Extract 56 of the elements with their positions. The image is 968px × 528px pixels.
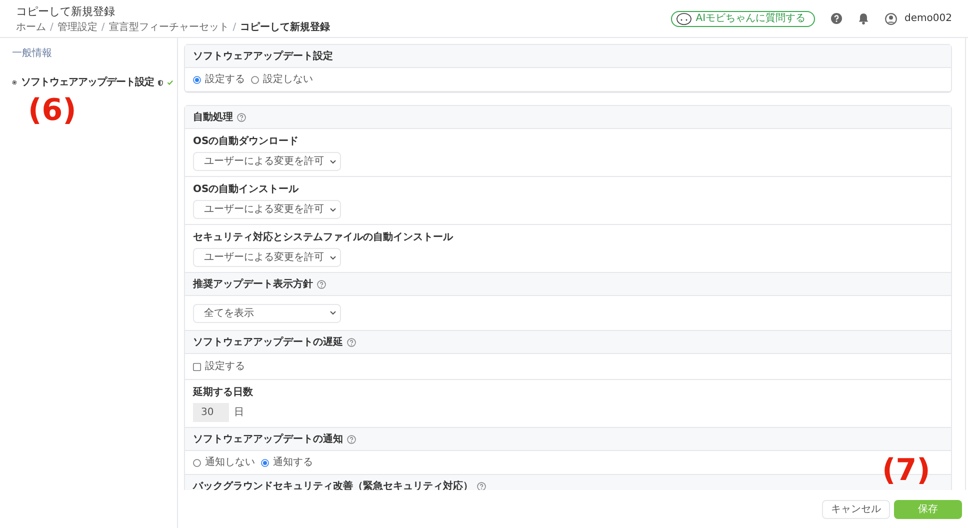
field-label: 延期する日数 — [193, 386, 254, 400]
radio-button[interactable] — [193, 76, 201, 84]
sidebar-item[interactable]: ソフトウェアアップデート設定 — [20, 75, 154, 90]
breadcrumb-separator: / — [101, 23, 105, 34]
page-title: コピーして新規登録 — [16, 4, 116, 20]
select-dropdown[interactable]: ユーザーによる変更を許可 — [193, 152, 341, 171]
section-heading: 自動処理 — [193, 110, 233, 124]
checkbox-label: 設定する — [205, 360, 245, 374]
chevron-down-icon — [330, 256, 336, 260]
user-avatar-icon[interactable] — [884, 12, 897, 24]
ai-chat-button[interactable]: AIモビちゃんに質問する — [670, 10, 815, 26]
number-input-field[interactable]: 30 — [193, 403, 229, 422]
shield-icon — [158, 78, 163, 86]
section-heading: バックグラウンドセキュリティ改善（緊急セキュリティ対応） — [193, 479, 473, 490]
radio-label: 通知する — [273, 456, 313, 470]
sidebar-section-label: 一般情報 — [12, 46, 53, 61]
radio-button[interactable] — [251, 76, 259, 84]
breadcrumb-link[interactable]: 管理設定 — [57, 23, 98, 34]
chevron-down-icon — [330, 208, 336, 212]
field-label: セキュリティ対応とシステムファイルの自動インストール — [193, 230, 454, 245]
gear-icon — [12, 79, 17, 86]
bell-icon[interactable] — [858, 12, 869, 24]
annotation-label: (7) — [882, 456, 930, 486]
breadcrumb-link[interactable]: 宣言型フィーチャーセット — [108, 23, 229, 34]
breadcrumb-link[interactable]: ホーム — [16, 23, 46, 34]
annotation-label: (6) — [28, 96, 76, 126]
help-icon[interactable] — [830, 13, 842, 24]
field-label: OSの自動ダウンロード — [193, 134, 300, 149]
section-heading: ソフトウェアアップデートの遅延 — [193, 335, 343, 350]
radio-label: 通知しない — [205, 456, 255, 470]
radio-label: 設定する — [205, 72, 245, 87]
help-icon[interactable] — [317, 280, 326, 288]
chevron-down-icon — [330, 311, 336, 315]
radio-label: 設定しない — [263, 72, 313, 87]
field-label: OSの自動インストール — [193, 182, 300, 197]
cancel-button[interactable]: キャンセル — [822, 500, 890, 518]
help-icon[interactable] — [237, 112, 246, 122]
radio-button[interactable] — [261, 458, 269, 466]
breadcrumb-separator: / — [50, 23, 54, 34]
radio-button[interactable] — [193, 458, 201, 466]
breadcrumb-current: コピーして新規登録 — [240, 23, 330, 34]
checkbox[interactable] — [193, 362, 201, 370]
section-heading: ソフトウェアアップデートの通知 — [193, 432, 343, 446]
unit-label: 日 — [234, 406, 244, 420]
help-icon[interactable] — [477, 482, 486, 490]
breadcrumb-separator: / — [232, 23, 236, 34]
help-icon[interactable] — [347, 434, 356, 444]
select-dropdown[interactable]: ユーザーによる変更を許可 — [193, 200, 341, 219]
chevron-down-icon — [330, 160, 336, 164]
robot-face-icon — [676, 12, 692, 24]
section-heading: ソフトウェアアップデート設定 — [193, 49, 333, 64]
user-name: demo002 — [904, 12, 952, 26]
select-dropdown[interactable]: 全てを表示 — [193, 304, 341, 322]
section-heading: 推奨アップデート表示方針 — [193, 277, 313, 292]
help-icon[interactable] — [347, 338, 356, 346]
select-dropdown[interactable]: ユーザーによる変更を許可 — [193, 248, 341, 267]
